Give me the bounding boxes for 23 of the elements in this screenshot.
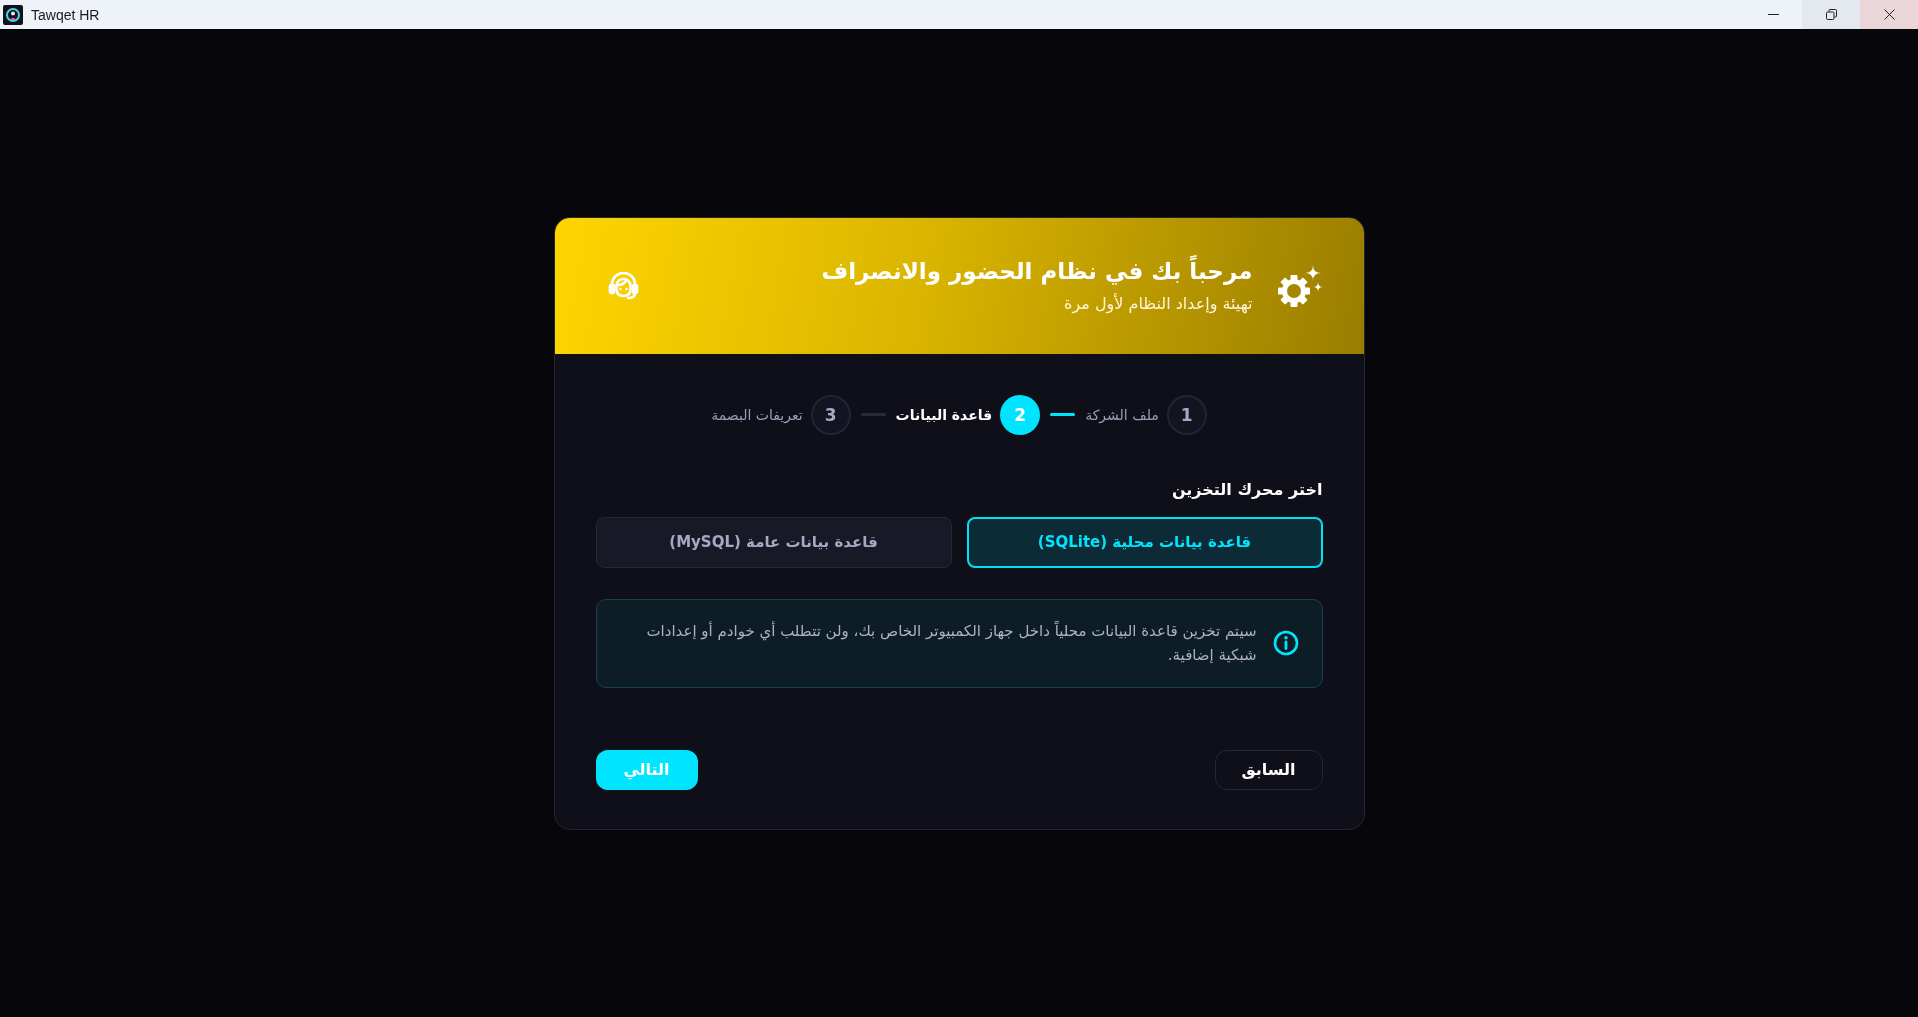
step-label: تعريفات البصمة — [711, 406, 803, 423]
step-connector — [1050, 413, 1076, 416]
restore-button[interactable] — [1802, 0, 1860, 29]
wizard-subtitle: تهيئة وإعداد النظام لأول مرة — [1063, 293, 1253, 314]
step-label: ملف الشركة — [1085, 406, 1159, 423]
wizard-title: مرحباً بك في نظام الحضور والانصراف — [821, 257, 1253, 286]
step-connector — [860, 413, 886, 416]
info-icon — [1272, 630, 1299, 656]
window-title: Tawqet HR — [31, 6, 100, 23]
step-number: 2 — [1000, 394, 1041, 435]
info-text: سيتم تخزين قاعدة البيانات محلياً داخل جهاز الكمبيوتر الخاص بك، ولن تتطلب أي خوادم أو إعدادات شبكية إضافية. — [645, 619, 1257, 666]
restore-icon — [1825, 9, 1837, 20]
step-number: 1 — [1166, 394, 1207, 435]
storage-engine-label: اختر محرك التخزين — [1170, 478, 1323, 501]
step-label: قاعدة البيانات — [895, 406, 993, 423]
step-number: 3 — [810, 394, 851, 435]
close-icon — [1883, 9, 1895, 20]
headset-person-icon — [607, 271, 639, 300]
app-logo-icon — [3, 4, 23, 25]
storage-option[interactable]: قاعدة بيانات عامة (MySQL) — [595, 516, 952, 568]
storage-option[interactable]: قاعدة بيانات محلية (SQLite) — [966, 516, 1323, 568]
back-button[interactable]: السابق — [1214, 749, 1323, 790]
minimize-icon — [1767, 14, 1779, 15]
